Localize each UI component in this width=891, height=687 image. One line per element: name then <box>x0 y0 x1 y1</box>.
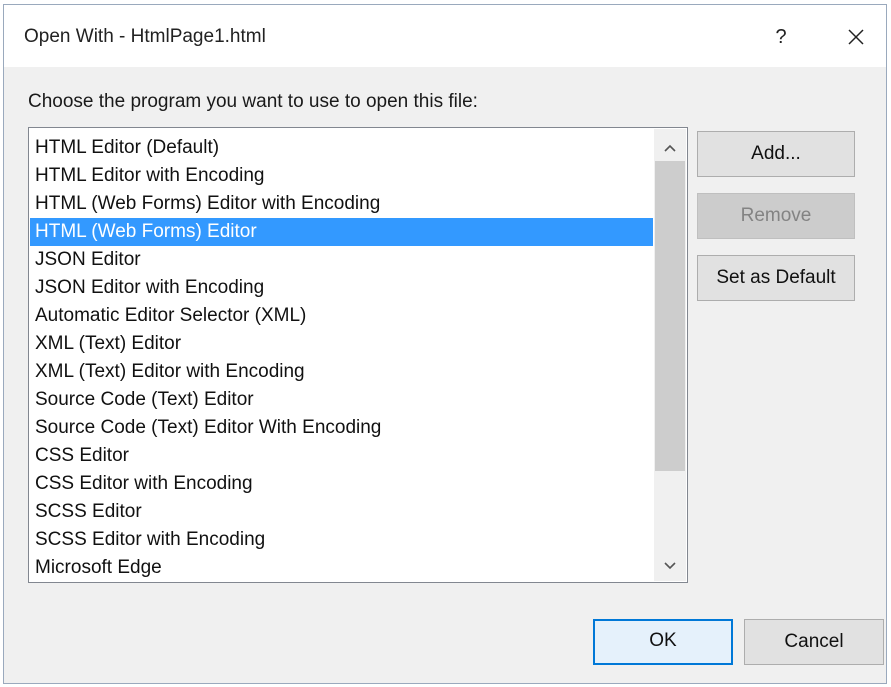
program-list-item[interactable]: CSS Editor <box>30 442 653 470</box>
program-list-item[interactable]: Microsoft Edge <box>30 554 653 582</box>
program-list-item[interactable]: JSON Editor <box>30 246 653 274</box>
program-list-item[interactable]: CSS Editor with Encoding <box>30 470 653 498</box>
instruction-label: Choose the program you want to use to op… <box>28 91 478 112</box>
close-icon <box>848 29 864 45</box>
close-button[interactable] <box>834 17 878 57</box>
remove-button[interactable]: Remove <box>697 193 855 239</box>
chevron-down-icon <box>664 562 676 569</box>
ok-button[interactable]: OK <box>593 619 733 665</box>
open-with-dialog: Open With - HtmlPage1.html ? Choose the … <box>3 4 887 684</box>
program-list: HTML Editor (Default) HTML Editor with En… <box>30 134 653 582</box>
program-list-item[interactable]: JSON Editor with Encoding <box>30 274 653 302</box>
program-list-item[interactable]: Automatic Editor Selector (XML) <box>30 302 653 330</box>
program-list-item[interactable]: HTML Editor (Default) <box>30 134 653 162</box>
program-list-item[interactable]: HTML (Web Forms) Editor with Encoding <box>30 190 653 218</box>
set-as-default-button[interactable]: Set as Default <box>697 255 855 301</box>
program-list-item[interactable]: XML (Text) Editor <box>30 330 653 358</box>
title-bar: Open With - HtmlPage1.html ? <box>4 5 886 67</box>
chevron-up-icon <box>664 144 676 152</box>
scroll-up-button[interactable] <box>654 135 686 161</box>
program-listbox[interactable]: HTML Editor (Default) HTML Editor with En… <box>28 127 688 583</box>
program-list-item[interactable]: HTML (Web Forms) Editor <box>30 218 653 246</box>
add-button[interactable]: Add... <box>697 131 855 177</box>
program-list-item[interactable]: SCSS Editor with Encoding <box>30 526 653 554</box>
scroll-down-button[interactable] <box>654 553 686 579</box>
program-list-item[interactable]: HTML Editor with Encoding <box>30 162 653 190</box>
help-button[interactable]: ? <box>759 17 803 57</box>
program-list-item[interactable]: Source Code (Text) Editor With Encoding <box>30 414 653 442</box>
scroll-thumb[interactable] <box>655 161 685 471</box>
vertical-scrollbar[interactable] <box>654 129 686 581</box>
program-list-item[interactable]: SCSS Editor <box>30 498 653 526</box>
program-list-item[interactable]: Source Code (Text) Editor <box>30 386 653 414</box>
dialog-title: Open With - HtmlPage1.html <box>24 26 266 47</box>
program-list-item[interactable]: XML (Text) Editor with Encoding <box>30 358 653 386</box>
cancel-button[interactable]: Cancel <box>744 619 884 665</box>
